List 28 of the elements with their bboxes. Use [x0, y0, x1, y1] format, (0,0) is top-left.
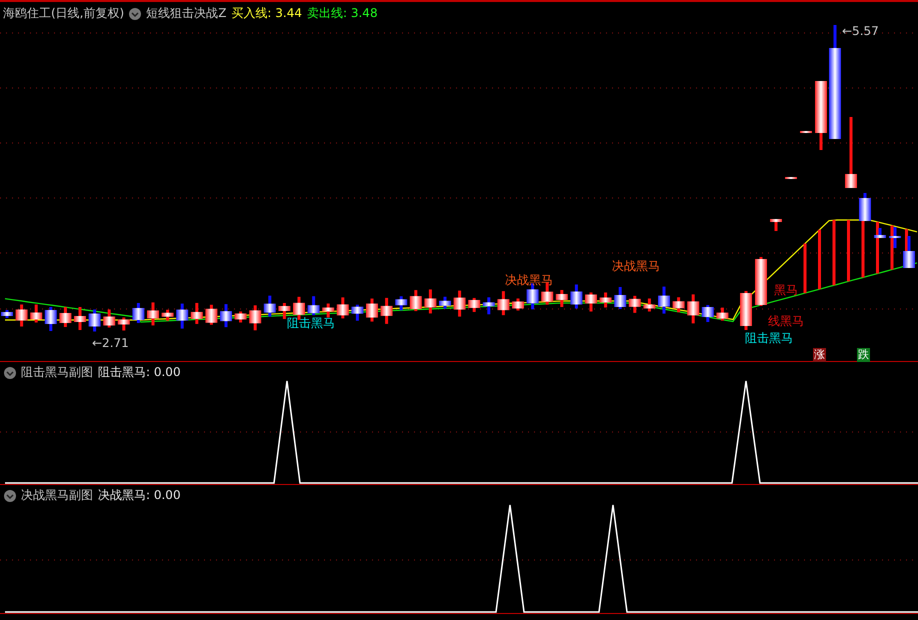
dropdown-icon[interactable] — [4, 366, 16, 378]
sell-line-value: 卖出线: 3.48 — [307, 5, 378, 22]
panel-reading: 阻击黑马: 0.00 — [98, 364, 181, 381]
signal-label: 决战黑马 — [505, 272, 553, 289]
panel-reading: 决战黑马: 0.00 — [98, 487, 181, 504]
indicator-bar — [876, 222, 879, 274]
signal-label: 黑马 — [774, 282, 798, 299]
indicator-bar — [862, 220, 864, 278]
trend-badge: 跌 — [857, 348, 870, 362]
indicator-bar — [818, 230, 821, 290]
indicator-bar — [847, 220, 850, 282]
price-mark: ←2.71 — [92, 336, 129, 350]
panel-title: 决战黑马副图 — [21, 487, 93, 504]
stock-title: 海鸥住工(日线,前复权) — [3, 5, 124, 22]
signal-label: 决战黑马 — [612, 258, 660, 275]
dropdown-icon[interactable] — [129, 8, 142, 20]
indicator-bar — [890, 226, 894, 270]
indicator-bar — [804, 244, 806, 294]
signal-label: 线黑马 — [768, 313, 804, 330]
indicator-bar — [832, 220, 836, 286]
dropdown-icon[interactable] — [4, 490, 16, 502]
buy-line-value: 买入线: 3.44 — [231, 5, 302, 22]
signal-label: 阻击黑马 — [745, 330, 793, 347]
panel-title: 阻击黑马副图 — [21, 364, 93, 381]
trend-badge: 涨 — [813, 348, 826, 362]
price-mark: ←5.57 — [842, 24, 879, 38]
signal-label: 阻击黑马 — [287, 315, 335, 332]
indicator-name: 短线狙击决战Z — [146, 5, 226, 22]
